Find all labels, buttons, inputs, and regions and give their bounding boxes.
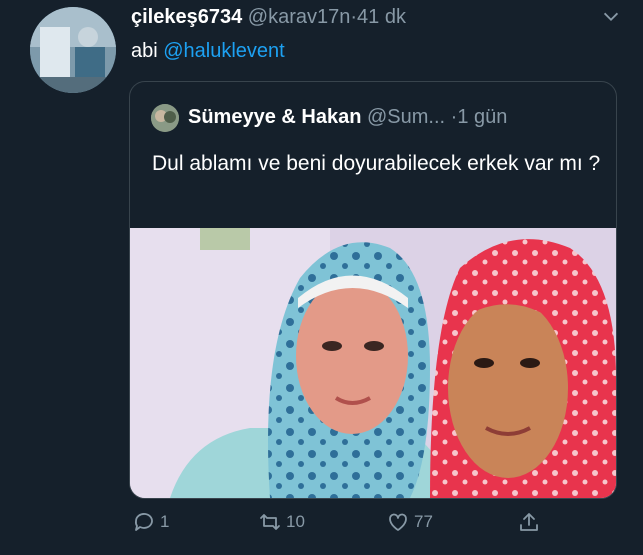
- quoted-timestamp: 1 gün: [457, 106, 508, 128]
- display-name[interactable]: çilekeş6734: [131, 6, 242, 28]
- retweet-icon: [260, 514, 280, 530]
- share-button[interactable]: [517, 510, 541, 534]
- like-count: 77: [414, 512, 433, 531]
- retweet-count: 10: [286, 512, 305, 531]
- reply-icon: [134, 513, 153, 531]
- like-button[interactable]: 77: [386, 510, 433, 534]
- timestamp[interactable]: 41 dk: [357, 6, 406, 28]
- quoted-header: Sümeyye & Hakan @Sum... ·1 gün: [188, 106, 507, 129]
- quoted-tweet[interactable]: Sümeyye & Hakan @Sum... ·1 gün Dul ablam…: [129, 81, 617, 499]
- avatar-image: [30, 7, 116, 93]
- action-bar: 1 10 77: [0, 510, 643, 544]
- tweet-text-prefix: abi: [131, 40, 164, 62]
- retweet-button[interactable]: 10: [258, 510, 305, 534]
- chevron-down-icon[interactable]: [600, 6, 622, 28]
- handle[interactable]: @karav17n: [248, 6, 351, 28]
- mention-link[interactable]: @haluklevent: [163, 40, 284, 62]
- quoted-handle: @Sum...: [366, 106, 446, 128]
- quoted-photo[interactable]: [130, 228, 616, 498]
- quoted-avatar: [151, 104, 179, 132]
- quoted-display-name: Sümeyye & Hakan: [188, 106, 362, 128]
- avatar[interactable]: [30, 7, 116, 93]
- reply-button[interactable]: 1: [132, 510, 169, 534]
- reply-count: 1: [160, 512, 170, 531]
- tweet-text: abi @haluklevent: [131, 40, 285, 63]
- tweet-header: çilekeş6734 @karav17n·41 dk: [131, 6, 406, 29]
- quoted-text: Dul ablamı ve beni doyurabilecek erkek v…: [152, 152, 601, 175]
- like-icon: [389, 513, 407, 531]
- share-icon: [520, 513, 538, 531]
